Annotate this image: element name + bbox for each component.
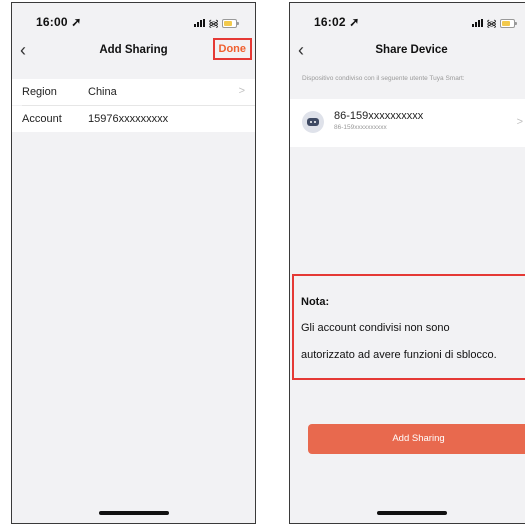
wifi-icon: ᯼	[208, 19, 219, 30]
note-line-1: Gli account condivisi non sono	[301, 322, 450, 334]
shared-with-caption: Dispositivo condiviso con il seguente ut…	[302, 75, 465, 82]
share-device-screen: 16:02 ➚ ᯼ ‹ Share Device Dispositivo con…	[289, 2, 525, 524]
page-title: Share Device	[375, 44, 448, 56]
note-title: Nota:	[301, 296, 330, 308]
home-indicator	[376, 511, 447, 515]
shared-user-name: 86-159xxxxxxxxxx	[334, 110, 424, 122]
home-indicator	[98, 511, 169, 515]
status-time-text: 16:00	[36, 15, 68, 29]
region-label: Region	[22, 86, 57, 98]
account-row[interactable]: Account 15976xxxxxxxxx	[12, 106, 255, 132]
shared-user-row[interactable]: 86-159xxxxxxxxxx 86-159xxxxxxxxxx >	[290, 99, 525, 147]
status-bar: 16:02 ➚ ᯼	[290, 3, 525, 37]
region-value: China	[88, 86, 117, 98]
done-button[interactable]: Done	[212, 38, 252, 60]
shared-user-subtitle: 86-159xxxxxxxxxx	[334, 124, 387, 131]
signal-icon	[472, 19, 484, 27]
battery-icon	[500, 18, 517, 28]
chevron-right-icon: >	[516, 116, 523, 128]
status-time: 16:00 ➚	[36, 15, 82, 29]
note-line-2: autorizzato ad avere funzioni di sblocco…	[301, 349, 497, 361]
location-arrow-icon: ➚	[71, 15, 82, 29]
battery-icon	[222, 18, 239, 28]
status-icons: ᯼	[194, 16, 239, 30]
location-arrow-icon: ➚	[349, 15, 360, 29]
status-time: 16:02 ➚	[314, 15, 360, 29]
chevron-right-icon: >	[238, 85, 245, 97]
region-row[interactable]: Region China >	[12, 79, 255, 105]
status-icons: ᯼	[472, 16, 517, 30]
account-label: Account	[22, 113, 62, 125]
add-sharing-screen: 16:00 ➚ ᯼ ‹ Add Sharing Done Region Chin…	[11, 2, 256, 524]
wifi-icon: ᯼	[486, 19, 497, 30]
nav-bar: ‹ Share Device	[290, 37, 525, 65]
add-sharing-button[interactable]: Add Sharing	[308, 424, 525, 454]
note-box: Nota: Gli account condivisi non sono aut…	[292, 274, 525, 380]
signal-icon	[194, 19, 206, 27]
account-field[interactable]: 15976xxxxxxxxx	[88, 113, 168, 125]
nav-bar: ‹ Add Sharing Done	[12, 37, 255, 65]
avatar	[302, 111, 324, 133]
status-time-text: 16:02	[314, 15, 346, 29]
status-bar: 16:00 ➚ ᯼	[12, 3, 255, 37]
robot-avatar-icon	[307, 118, 319, 126]
